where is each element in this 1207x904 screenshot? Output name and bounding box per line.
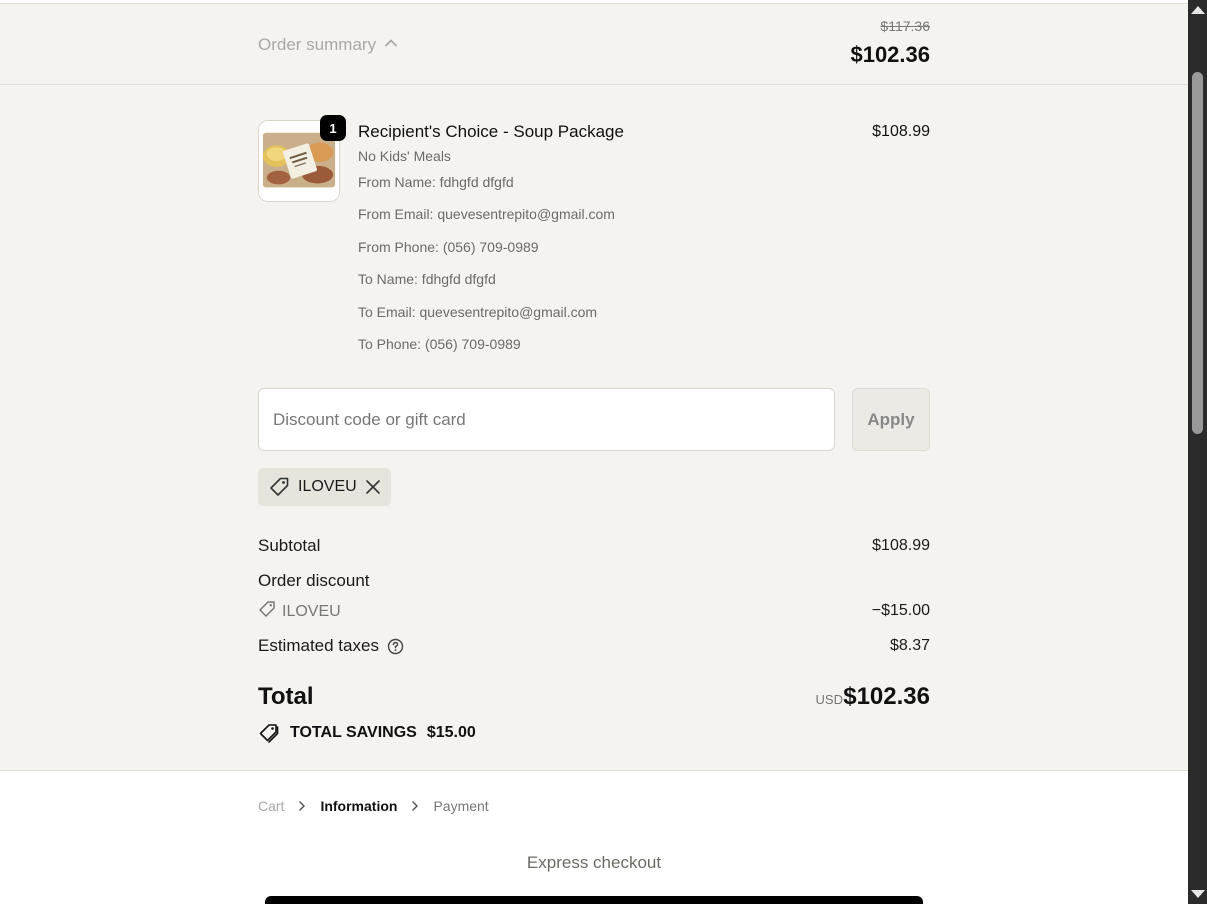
summary-total-price: $102.36 — [850, 42, 930, 67]
subtotal-label: Subtotal — [258, 536, 321, 555]
order-summary-toggle-label: Order summary — [258, 35, 377, 54]
discount-code-row: ILOVEU — [258, 600, 341, 623]
total-savings-row: TOTAL SAVINGS $15.00 — [258, 722, 476, 744]
scroll-up-arrow-icon[interactable] — [1191, 6, 1205, 14]
savings-tag-icon — [258, 722, 280, 744]
product-property: From Phone: (056) 709-0989 — [358, 239, 539, 255]
express-checkout-button[interactable] — [265, 896, 923, 904]
applied-discount-chip: ILOVEU — [258, 468, 391, 506]
estimated-taxes-row: Estimated taxes — [258, 636, 404, 656]
order-summary-toggle[interactable]: Order summary — [258, 35, 398, 55]
product-property: From Name: fdhgfd dfgfd — [358, 174, 514, 190]
total-savings-value: $15.00 — [426, 724, 476, 741]
tag-icon — [268, 476, 290, 498]
applied-discount-code: ILOVEU — [298, 478, 357, 495]
estimated-taxes-label: Estimated taxes — [258, 636, 379, 655]
order-summary-bar: Order summary $117.36 $102.36 — [0, 3, 1188, 85]
chevron-right-icon — [409, 800, 421, 812]
total-value: $102.36 — [843, 683, 930, 710]
tag-icon — [258, 600, 276, 623]
discount-code-text: ILOVEU — [282, 602, 341, 620]
vertical-scrollbar[interactable] — [1188, 0, 1207, 904]
express-checkout-title: Express checkout — [526, 853, 662, 872]
summary-original-price: $117.36 — [880, 18, 930, 34]
subtotal-value: $108.99 — [872, 537, 930, 554]
product-property: To Email: quevesentrepito@gmail.com — [358, 304, 598, 320]
scroll-down-arrow-icon[interactable] — [1191, 890, 1205, 898]
order-discount-label: Order discount — [258, 571, 370, 590]
chevron-right-icon — [296, 800, 308, 812]
remove-discount-icon[interactable] — [365, 478, 381, 496]
breadcrumb: Cart Information Payment — [258, 798, 489, 814]
discount-code-input[interactable] — [258, 388, 835, 451]
apply-discount-button[interactable]: Apply — [852, 388, 930, 451]
breadcrumb-payment: Payment — [433, 798, 489, 814]
total-currency: USD — [815, 692, 843, 707]
checkout-page: Order summary $117.36 $102.36 1 Recipien… — [0, 0, 1188, 904]
help-icon[interactable] — [387, 638, 404, 655]
quantity-badge: 1 — [320, 115, 346, 141]
breadcrumb-cart[interactable]: Cart — [258, 798, 284, 814]
estimated-taxes-value: $8.37 — [889, 637, 930, 654]
discount-value: −$15.00 — [871, 602, 930, 619]
chevron-up-icon — [384, 35, 398, 55]
total-savings-label: TOTAL SAVINGS — [290, 724, 417, 741]
product-property: From Email: quevesentrepito@gmail.com — [358, 206, 615, 222]
product-variant: No Kids' Meals — [358, 148, 451, 164]
product-price: $108.99 — [872, 123, 930, 140]
breadcrumb-information: Information — [320, 798, 398, 814]
total-label: Total — [258, 683, 314, 710]
scrollbar-thumb[interactable] — [1192, 72, 1203, 434]
product-property: To Name: fdhgfd dfgfd — [358, 271, 496, 287]
product-name: Recipient's Choice - Soup Package — [358, 122, 624, 141]
product-property: To Phone: (056) 709-0989 — [358, 336, 521, 352]
